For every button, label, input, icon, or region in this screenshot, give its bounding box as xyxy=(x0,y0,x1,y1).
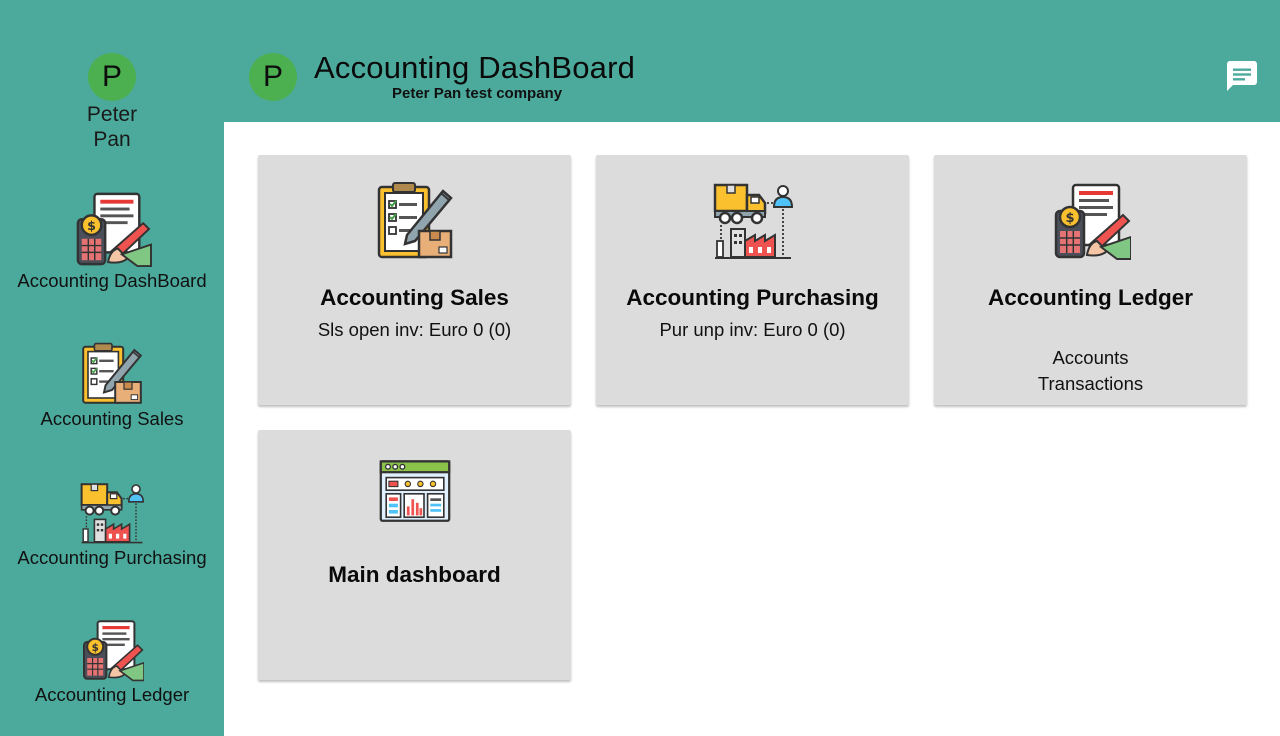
card-title: Accounting Purchasing xyxy=(626,285,879,310)
company-avatar: P xyxy=(249,53,297,101)
accounts-link[interactable]: Accounts xyxy=(934,345,1247,371)
ledger-calculator-icon xyxy=(80,618,144,682)
sidebar-drawer: P Peter Pan Accounting DashBoard Account… xyxy=(0,0,224,736)
sidebar-item-label: Accounting Sales xyxy=(40,408,184,429)
clipboard-checklist-icon xyxy=(80,342,144,406)
chat-button[interactable] xyxy=(1222,56,1262,96)
card-title: Accounting Ledger xyxy=(987,285,1193,310)
sidebar-item-accounting-sales[interactable]: Accounting Sales xyxy=(0,342,224,430)
card-title: Accounting Sales xyxy=(320,285,509,310)
card-subtitle: Sls open inv: Euro 0 (0) xyxy=(317,319,512,340)
user-avatar[interactable]: P xyxy=(88,53,136,101)
ledger-calculator-icon xyxy=(72,190,152,268)
clipboard-checklist-icon xyxy=(375,181,455,261)
sidebar-item-accounting-ledger[interactable]: Accounting Ledger xyxy=(0,618,224,706)
app-root: P Accounting DashBoard Peter Pan test co… xyxy=(0,0,1280,736)
card-links: Accounts Transactions xyxy=(934,345,1247,397)
card-title: Main dashboard xyxy=(328,562,501,587)
company-avatar-letter: P xyxy=(262,60,283,93)
company-name: Peter Pan test company xyxy=(392,85,563,102)
truck-factory-icon xyxy=(713,181,793,261)
sidebar-item-accounting-purchasing[interactable]: Accounting Purchasing xyxy=(0,481,224,569)
dashboard-panel-icon xyxy=(375,456,455,528)
user-avatar-letter: P xyxy=(101,60,122,93)
sidebar-item-label: Accounting DashBoard xyxy=(17,270,207,291)
transactions-link[interactable]: Transactions xyxy=(934,371,1247,397)
card-main-dashboard[interactable]: Main dashboard xyxy=(258,430,571,680)
page-title: Accounting DashBoard xyxy=(314,50,636,85)
user-last-name: Pan xyxy=(93,128,131,151)
sidebar-item-accounting-dashboard[interactable]: Accounting DashBoard xyxy=(0,190,224,292)
sidebar-item-label: Accounting Purchasing xyxy=(17,547,207,568)
user-name: Peter Pan xyxy=(0,102,224,152)
user-first-name: Peter xyxy=(86,103,138,126)
card-accounting-ledger[interactable]: Accounting Ledger Accounts Transactions xyxy=(934,155,1247,405)
sidebar-item-label: Accounting Ledger xyxy=(34,684,190,705)
chat-icon xyxy=(1227,61,1257,91)
card-subtitle: Pur unp inv: Euro 0 (0) xyxy=(659,319,846,340)
truck-factory-icon xyxy=(80,481,144,545)
ledger-calculator-icon xyxy=(1051,181,1131,261)
card-accounting-purchasing[interactable]: Accounting Purchasing Pur unp inv: Euro … xyxy=(596,155,909,405)
card-accounting-sales[interactable]: Accounting Sales Sls open inv: Euro 0 (0… xyxy=(258,155,571,405)
